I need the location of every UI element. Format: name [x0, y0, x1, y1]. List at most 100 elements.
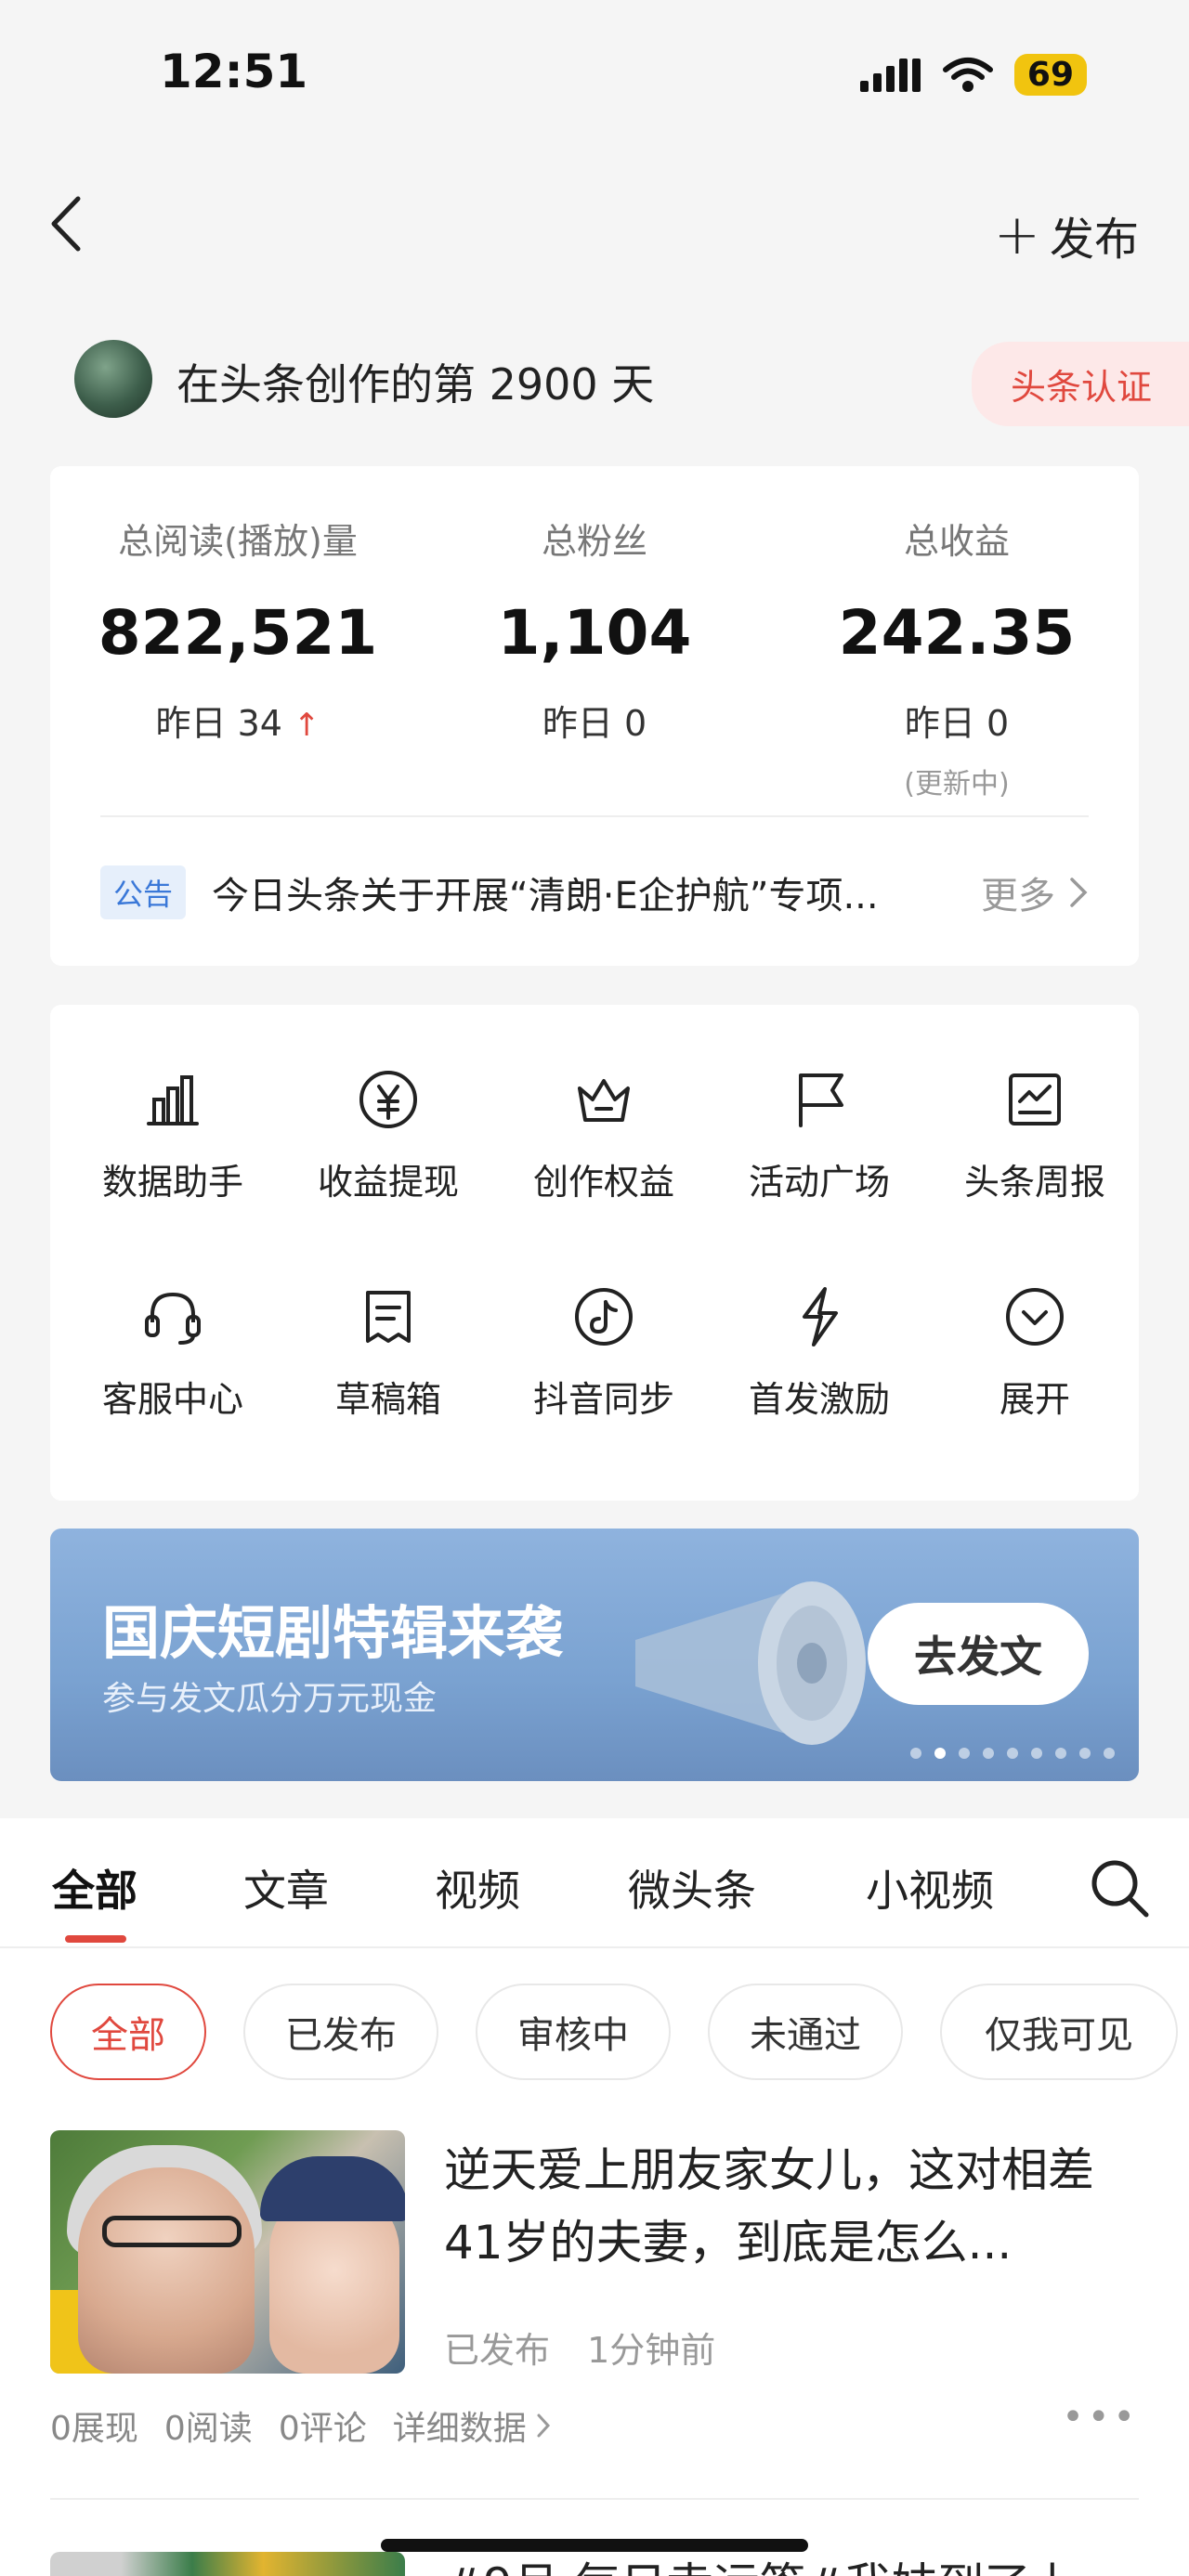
tool-label: 活动广场 [748, 1162, 890, 1203]
carousel-dot [959, 1748, 970, 1759]
article-title[interactable]: 逆天爱上朋友家女儿，这对相差41岁的夫妻，到底是怎么... [444, 2134, 1131, 2279]
avatar[interactable] [74, 340, 152, 418]
carousel-dot [1079, 1748, 1091, 1759]
stat-label: 总粉丝 [541, 521, 647, 562]
tool-label: 草稿箱 [334, 1379, 441, 1420]
divider [0, 1946, 1189, 1948]
filter-published[interactable]: 已发布 [243, 1984, 438, 2080]
wifi-icon [942, 57, 993, 92]
draft-icon [366, 1291, 411, 1343]
verify-badge[interactable]: 头条认证 [971, 342, 1189, 426]
tool-label: 头条周报 [963, 1162, 1105, 1203]
stat-label: 总阅读(播放)量 [118, 521, 358, 562]
notice-row[interactable]: 公告 今日头条关于开展“清朗·E企护航”专项... 更多 [100, 865, 1089, 919]
banner-subtitle: 参与发文瓜分万元现金 [102, 1680, 438, 1718]
status-time: 12:51 [160, 45, 308, 98]
carousel-dot [1055, 1748, 1066, 1759]
yuan-icon [359, 1071, 417, 1128]
tool-weekly-report[interactable]: 头条周报 [942, 1066, 1128, 1204]
tool-expand[interactable]: 展开 [942, 1283, 1128, 1422]
divider [50, 2498, 1139, 2500]
stat-total-fans[interactable]: 总粉丝 1,104 昨日 0 [427, 513, 762, 746]
report-icon [1009, 1073, 1061, 1125]
stat-total-income[interactable]: 总收益 242.35 昨日 0 (更新中) [790, 513, 1124, 801]
bar-chart-icon [147, 1075, 199, 1125]
article-thumbnail[interactable] [50, 2130, 405, 2374]
expand-icon [1006, 1288, 1064, 1346]
tool-label: 创作权益 [532, 1162, 674, 1203]
status-icons: 69 [859, 54, 1087, 96]
article-status: 已发布 [444, 2330, 551, 2371]
article-thumbnail[interactable] [50, 2552, 405, 2576]
filter-rejected[interactable]: 未通过 [708, 1984, 903, 2080]
tool-data-assistant[interactable]: 数据助手 [80, 1066, 266, 1204]
tab-videos[interactable]: 视频 [435, 1857, 520, 1919]
tab-all[interactable]: 全部 [52, 1857, 137, 1919]
stat-value: 242.35 [838, 597, 1076, 669]
divider [100, 815, 1089, 817]
tool-creator-rights[interactable]: 创作权益 [511, 1066, 697, 1204]
filter-reviewing[interactable]: 审核中 [476, 1984, 671, 2080]
tool-label: 客服中心 [101, 1379, 243, 1420]
impressions-count: 0展现 [50, 2410, 138, 2448]
headset-icon [145, 1292, 201, 1345]
reads-count: 0阅读 [163, 2410, 253, 2448]
publish-label: 发布 [1049, 214, 1139, 266]
filter-private[interactable]: 仅我可见 [940, 1984, 1178, 2080]
carousel-dot-active [934, 1748, 946, 1759]
notice-text: 今日头条关于开展“清朗·E企护航”专项... [212, 875, 879, 917]
tab-micro-posts[interactable]: 微头条 [628, 1857, 756, 1919]
chevron-right-icon [537, 2413, 550, 2438]
stats-card: 总阅读(播放)量 822,521 昨日 34 ↑ 总粉丝 1,104 昨日 0 … [50, 466, 1139, 966]
promo-banner[interactable]: 国庆短剧特辑来袭 参与发文瓜分万元现金 去发文 [50, 1529, 1139, 1781]
active-tab-indicator [65, 1935, 126, 1943]
plus-icon: + [993, 202, 1040, 267]
tool-label: 数据助手 [101, 1162, 243, 1203]
stat-sub: 昨日 0 [904, 703, 1010, 744]
carousel-dot [983, 1748, 994, 1759]
stat-sub: 昨日 0 [542, 703, 647, 744]
carousel-dot [1104, 1748, 1115, 1759]
article-title[interactable]: #9月·每日幸运签#我妹到了上 [444, 2548, 1078, 2576]
notice-tag: 公告 [100, 865, 187, 919]
publish-button[interactable]: + 发布 [994, 202, 1139, 267]
tool-label: 收益提现 [317, 1162, 459, 1203]
search-icon[interactable] [1087, 1855, 1152, 1920]
back-icon[interactable] [45, 191, 91, 256]
tab-short-videos[interactable]: 小视频 [866, 1857, 994, 1919]
stat-total-reads[interactable]: 总阅读(播放)量 822,521 昨日 34 ↑ [71, 513, 405, 746]
stat-value: 1,104 [497, 597, 692, 669]
carousel-dot [910, 1748, 921, 1759]
douyin-icon [575, 1288, 633, 1346]
chevron-right-icon [1070, 878, 1088, 907]
tool-douyin-sync[interactable]: 抖音同步 [511, 1283, 697, 1422]
filter-all[interactable]: 全部 [50, 1984, 206, 2080]
carousel-dots [910, 1748, 1115, 1759]
more-options-icon[interactable]: ••• [1062, 2396, 1139, 2439]
stat-value: 822,521 [98, 597, 378, 669]
article-metrics: 0展现 0阅读 0评论 详细数据 [50, 2401, 551, 2450]
content-panel: 全部 文章 视频 微头条 小视频 全部 已发布 审核中 未通过 仅我可见 逆天爱… [0, 1818, 1189, 2576]
comments-count: 0评论 [278, 2410, 367, 2448]
carousel-dot [1007, 1748, 1018, 1759]
tool-label: 展开 [999, 1379, 1070, 1420]
tool-income-withdraw[interactable]: 收益提现 [295, 1066, 481, 1204]
tab-articles[interactable]: 文章 [243, 1857, 329, 1919]
details-link[interactable]: 详细数据 [393, 2401, 551, 2450]
signal-icon [859, 58, 921, 92]
lightning-icon [803, 1287, 838, 1347]
flag-icon [799, 1073, 843, 1127]
tool-first-release-bonus[interactable]: 首发激励 [726, 1283, 912, 1422]
tool-drafts[interactable]: 草稿箱 [295, 1283, 481, 1422]
tool-customer-service[interactable]: 客服中心 [80, 1283, 266, 1422]
home-indicator [381, 2539, 808, 2552]
notice-more-link[interactable]: 更多 [981, 865, 1089, 919]
notice-more-label: 更多 [981, 875, 1055, 917]
carousel-dot [1031, 1748, 1042, 1759]
creation-days: 在头条创作的第 2900 天 [176, 359, 655, 410]
article-status-line: 已发布 1分钟前 [444, 2322, 715, 2373]
banner-cta-button[interactable]: 去发文 [868, 1603, 1089, 1705]
tool-label: 首发激励 [748, 1379, 890, 1420]
tool-activity-plaza[interactable]: 活动广场 [726, 1066, 912, 1204]
article-time: 1分钟前 [587, 2330, 716, 2371]
